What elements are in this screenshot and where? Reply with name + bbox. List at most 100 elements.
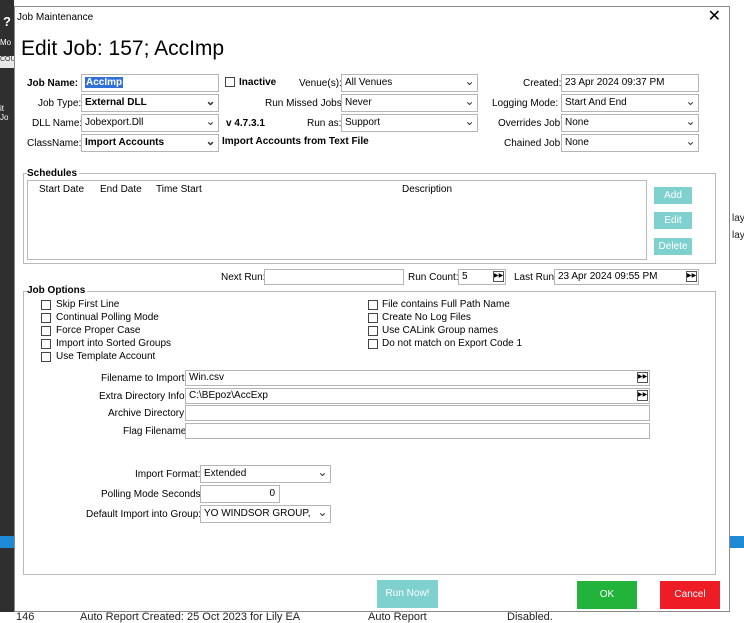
inactive-checkbox[interactable] [225,77,235,87]
job-maintenance-dialog: Job Maintenance ✕ Edit Job: 157; AccImp … [14,6,730,612]
no-log-files-label: Create No Log Files [382,312,471,323]
next-run-field [264,269,404,285]
default-group-label: Default Import into Group: [86,509,202,520]
polling-value: 0 [269,488,275,499]
filename-input[interactable]: Win.csv ▶▶ [185,370,650,386]
flag-input[interactable] [185,423,650,439]
job-name-value: AccImp [85,77,124,88]
force-proper-case-label: Force Proper Case [56,325,141,336]
edit-schedule-button[interactable]: Edit [654,212,692,229]
bg-right-label-1: lay [732,213,744,224]
cancel-button[interactable]: Cancel [660,581,720,609]
flag-label: Flag Filename: [123,426,190,437]
schedules-title: Schedules [27,168,80,179]
dll-name-select[interactable]: Jobexport.Dll [81,114,219,132]
default-group-select[interactable]: YO WINDSOR GROUP, [200,505,331,523]
delete-schedule-button[interactable]: Delete [654,238,692,255]
bg-right-label-2: lay [732,230,744,241]
polling-input[interactable]: 0 [200,485,280,503]
extra-dir-value: C:\BEpoz\AccExp [189,390,268,401]
run-as-select[interactable]: Support [341,114,478,132]
chained-value: None [565,137,589,148]
ok-button[interactable]: OK [577,581,637,609]
chevron-down-icon [315,506,330,522]
import-format-label: Import Format: [135,469,201,480]
job-options-title: Job Options [27,285,88,296]
extra-dir-input[interactable]: C:\BEpoz\AccExp ▶▶ [185,388,650,404]
class-description: Import Accounts from Text File [222,136,369,147]
job-type-select[interactable]: External DLL [81,94,219,112]
skip-first-line-checkbox[interactable] [41,300,51,310]
chevron-down-icon [462,95,477,111]
venues-label: Venue(s): [299,78,342,89]
run-missed-select[interactable]: Never [341,94,478,112]
last-run-more-icon[interactable]: ▶▶ [686,271,697,282]
background-right-panel [730,0,744,623]
version-label: v 4.7.3.1 [226,118,265,129]
chevron-down-icon [203,135,218,151]
chevron-down-icon [203,95,218,111]
run-count-field[interactable]: 5 ▶▶ [458,269,506,285]
chevron-down-icon [683,95,698,111]
run-count-label: Run Count: [408,272,459,283]
import-format-select[interactable]: Extended [200,465,331,483]
page-title: Edit Job: 157; AccImp [21,37,225,60]
import-sorted-groups-checkbox[interactable] [41,339,51,349]
filename-browse-icon[interactable]: ▶▶ [637,372,648,383]
default-group-value: YO WINDSOR GROUP, [204,508,311,519]
created-value: 23 Apr 2024 09:37 PM [565,77,665,88]
schedules-col-description: Description [402,184,453,195]
last-run-label: Last Run: [514,272,557,283]
chevron-down-icon [315,466,330,482]
import-sorted-groups-label: Import into Sorted Groups [56,338,172,349]
run-count-value: 5 [462,271,468,282]
overrides-select[interactable]: None [561,114,699,132]
extra-dir-label: Extra Directory Info: [99,391,188,402]
full-path-checkbox[interactable] [368,300,378,310]
filename-value: Win.csv [189,372,224,383]
help-icon: ? [3,14,11,29]
job-name-input[interactable]: AccImp [81,74,219,92]
classname-select[interactable]: Import Accounts [81,134,219,152]
chained-select[interactable]: None [561,134,699,152]
next-run-label: Next Run: [221,272,266,283]
add-schedule-button[interactable]: Add [654,187,692,204]
run-missed-value: Never [345,97,372,108]
created-field: 23 Apr 2024 09:37 PM [561,74,699,92]
venues-value: All Venues [345,77,393,88]
venues-select[interactable]: All Venues [341,74,478,92]
last-run-field[interactable]: 23 Apr 2024 09:55 PM ▶▶ [554,269,699,285]
archive-input[interactable] [185,405,650,421]
logging-label: Logging Mode: [492,98,559,109]
full-path-label: File contains Full Path Name [382,299,510,310]
run-now-button[interactable]: Run Now! [377,580,438,608]
force-proper-case-checkbox[interactable] [41,326,51,336]
extra-dir-browse-icon[interactable]: ▶▶ [637,390,648,401]
continual-polling-checkbox[interactable] [41,313,51,323]
classname-value: Import Accounts [85,137,165,148]
dll-name-value: Jobexport.Dll [85,117,144,128]
logging-select[interactable]: Start And End [561,94,699,112]
close-icon[interactable]: ✕ [708,9,721,25]
background-left-panel: ? Mo COU it Jo [0,0,14,623]
bg-row-text3: Disabled. [507,611,553,623]
dll-name-label: DLL Name: [32,118,83,129]
last-run-value: 23 Apr 2024 09:55 PM [558,271,658,282]
calink-group-names-checkbox[interactable] [368,326,378,336]
overrides-value: None [565,117,589,128]
chevron-down-icon [203,115,218,131]
no-match-export-label: Do not match on Export Code 1 [382,338,523,349]
no-log-files-checkbox[interactable] [368,313,378,323]
archive-label: Archive Directory: [108,408,187,419]
logging-value: Start And End [565,97,627,108]
bg-row-text1: Auto Report Created: 25 Oct 2023 for Lil… [80,611,301,623]
classname-label: ClassName: [27,138,82,149]
schedules-col-end-date: End Date [100,184,142,195]
window-title: Job Maintenance [17,12,94,23]
chevron-down-icon [683,135,698,151]
no-match-export-checkbox[interactable] [368,339,378,349]
run-count-more-icon[interactable]: ▶▶ [493,271,504,282]
chevron-down-icon [462,75,477,91]
job-type-value: External DLL [85,97,147,108]
use-template-account-checkbox[interactable] [41,352,51,362]
